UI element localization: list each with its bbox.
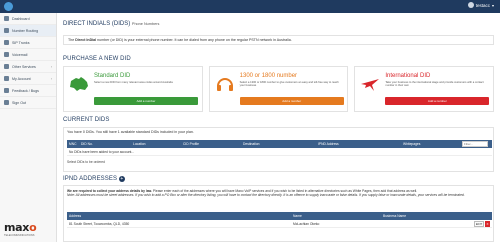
edit-address-button[interactable]: EDIT bbox=[474, 221, 484, 227]
current-dids-heading: CURRENT DIDS bbox=[63, 117, 110, 123]
address-cell: 81 South Street, Toowoomba, QLD, 4350 bbox=[69, 222, 130, 226]
australia-map-icon bbox=[70, 77, 88, 91]
add-standard-did-button[interactable]: Add a number bbox=[94, 97, 198, 105]
column-header[interactable]: MNC bbox=[69, 142, 77, 146]
intro-text: The Direct InDial number (or DID) is you… bbox=[63, 35, 494, 45]
intro-bold: Direct InDial bbox=[75, 38, 97, 42]
sidebar-item-sign-out[interactable]: Sign Out bbox=[0, 97, 56, 109]
page-subtitle: Phone Numbers bbox=[131, 22, 160, 26]
add-1300-number-button[interactable]: Add a number bbox=[239, 97, 344, 105]
ipnd-heading: IPND ADDRESSES + bbox=[63, 176, 125, 182]
brand-logo: maxo TELECOMMUNICATIONS bbox=[4, 221, 37, 237]
column-header[interactable]: Name bbox=[293, 214, 302, 218]
table-row: 81 South Street, Toowoomba, QLD, 4350 Mc… bbox=[67, 220, 492, 228]
name-cell: McLachlan Okeko bbox=[293, 222, 320, 226]
chevron-right-icon: › bbox=[50, 64, 52, 69]
ipnd-note: We are required to collect your address … bbox=[67, 189, 491, 198]
sidebar-item-other-services[interactable]: Other Services › bbox=[0, 61, 56, 73]
card-title: International DID bbox=[385, 73, 431, 79]
column-header[interactable]: Location bbox=[133, 142, 145, 146]
column-header[interactable]: IPND Address bbox=[318, 142, 339, 146]
column-header[interactable]: Business Name bbox=[383, 214, 406, 218]
sidebar: Dashboard Number Routing SIP Trunks Voic… bbox=[0, 13, 57, 242]
sidebar-item-my-account[interactable]: My Account › bbox=[0, 73, 56, 85]
did-table-header: MNC DID No. Location CID Profile Destina… bbox=[67, 140, 492, 148]
app-logo-icon[interactable] bbox=[4, 2, 13, 11]
column-header[interactable]: Destination bbox=[243, 142, 260, 146]
brand-name-o: o bbox=[29, 221, 37, 234]
plane-icon bbox=[361, 79, 380, 91]
trunk-icon bbox=[4, 40, 9, 45]
select-dids-link[interactable]: Select DIDs to be ordered bbox=[67, 160, 105, 164]
sidebar-item-sip-trunks[interactable]: SIP Trunks bbox=[0, 37, 56, 49]
card-title: Standard DID bbox=[94, 73, 131, 79]
services-icon bbox=[4, 64, 9, 69]
sidebar-item-label: Number Routing bbox=[12, 28, 39, 33]
top-bar: testacc ▾ bbox=[0, 0, 500, 13]
sidebar-item-label: Dashboard bbox=[12, 16, 30, 21]
brand-name: max bbox=[4, 221, 30, 234]
feedback-icon bbox=[4, 88, 9, 93]
current-dids-note: You have 0 DIDs. You still have 1 availa… bbox=[67, 130, 194, 134]
delete-address-button[interactable]: X bbox=[485, 221, 490, 227]
purchase-cards: Standard DID Select a new DID from many … bbox=[63, 66, 495, 112]
filter-input[interactable] bbox=[462, 141, 488, 147]
ipnd-note-main: Please enter each of the addresses where… bbox=[152, 189, 418, 193]
card-1300-number: 1300 or 1800 number Select a 1300 or 180… bbox=[208, 66, 349, 112]
card-description: Select a 1300 or 1800 number to give cus… bbox=[239, 81, 339, 88]
voicemail-icon bbox=[4, 52, 9, 57]
card-description: Select a new DID from many relevant area… bbox=[94, 81, 173, 84]
user-menu[interactable]: testacc ▾ bbox=[467, 2, 494, 8]
card-title: 1300 or 1800 number bbox=[239, 73, 298, 79]
chevron-down-icon: ▾ bbox=[491, 2, 494, 8]
page-title: DIRECT INDIALS (DIDS) Phone Numbers bbox=[63, 21, 159, 27]
sidebar-item-label: SIP Trunks bbox=[12, 40, 30, 45]
sidebar-item-label: Other Services bbox=[12, 64, 36, 69]
sidebar-item-dashboard[interactable]: Dashboard bbox=[0, 13, 56, 25]
card-international-did: International DID Take your business to … bbox=[354, 66, 495, 112]
sign-out-icon bbox=[4, 100, 9, 105]
ipnd-table: Address Name Business Name 81 South Stre… bbox=[67, 212, 492, 228]
brand-tagline: TELECOMMUNICATIONS bbox=[4, 234, 35, 237]
card-description: Take your business to the international … bbox=[385, 81, 484, 88]
current-dids-panel: You have 0 DIDs. You still have 1 availa… bbox=[63, 127, 494, 172]
did-table: MNC DID No. Location CID Profile Destina… bbox=[67, 140, 492, 156]
card-standard-did: Standard DID Select a new DID from many … bbox=[63, 66, 203, 112]
user-name: testacc bbox=[475, 2, 490, 8]
sidebar-item-voicemail[interactable]: Voicemail bbox=[0, 49, 56, 61]
routing-icon bbox=[4, 28, 9, 33]
account-icon bbox=[4, 76, 9, 81]
sidebar-item-label: Sign Out bbox=[12, 100, 26, 105]
column-header[interactable]: Whitepages bbox=[403, 142, 420, 146]
ipnd-table-header: Address Name Business Name bbox=[67, 212, 492, 220]
chevron-right-icon: › bbox=[50, 76, 52, 81]
empty-table-message: No DIDs have been added to your account.… bbox=[67, 148, 492, 156]
ipnd-panel: We are required to collect your address … bbox=[63, 185, 494, 242]
ipnd-heading-text: IPND ADDRESSES bbox=[63, 176, 118, 182]
sidebar-item-label: Voicemail bbox=[12, 52, 28, 57]
add-international-did-button[interactable]: Add a number bbox=[385, 97, 490, 105]
column-header[interactable]: DID No. bbox=[81, 142, 93, 146]
user-avatar-icon bbox=[467, 2, 474, 8]
add-address-icon[interactable]: + bbox=[118, 176, 125, 182]
ipnd-note-bold: We are required to collect your address … bbox=[67, 189, 153, 193]
column-header[interactable]: Address bbox=[69, 214, 81, 218]
dashboard-icon bbox=[4, 16, 9, 21]
sidebar-item-feedback[interactable]: Feedback / Bugs bbox=[0, 85, 56, 97]
headset-icon bbox=[216, 78, 233, 91]
intro-post: number (or DID) is your external phone n… bbox=[96, 38, 292, 42]
sidebar-item-label: My Account bbox=[12, 76, 31, 81]
page-title-text: DIRECT INDIALS (DIDS) bbox=[63, 21, 131, 27]
purchase-heading: PURCHASE A NEW DID bbox=[63, 56, 131, 62]
main-content: DIRECT INDIALS (DIDS) Phone Numbers The … bbox=[57, 13, 500, 242]
sidebar-item-label: Feedback / Bugs bbox=[12, 88, 39, 93]
column-header[interactable]: CID Profile bbox=[183, 142, 199, 146]
sidebar-item-number-routing[interactable]: Number Routing bbox=[0, 25, 56, 37]
ipnd-note-italic: Note: All addresses must be street addre… bbox=[67, 193, 465, 198]
